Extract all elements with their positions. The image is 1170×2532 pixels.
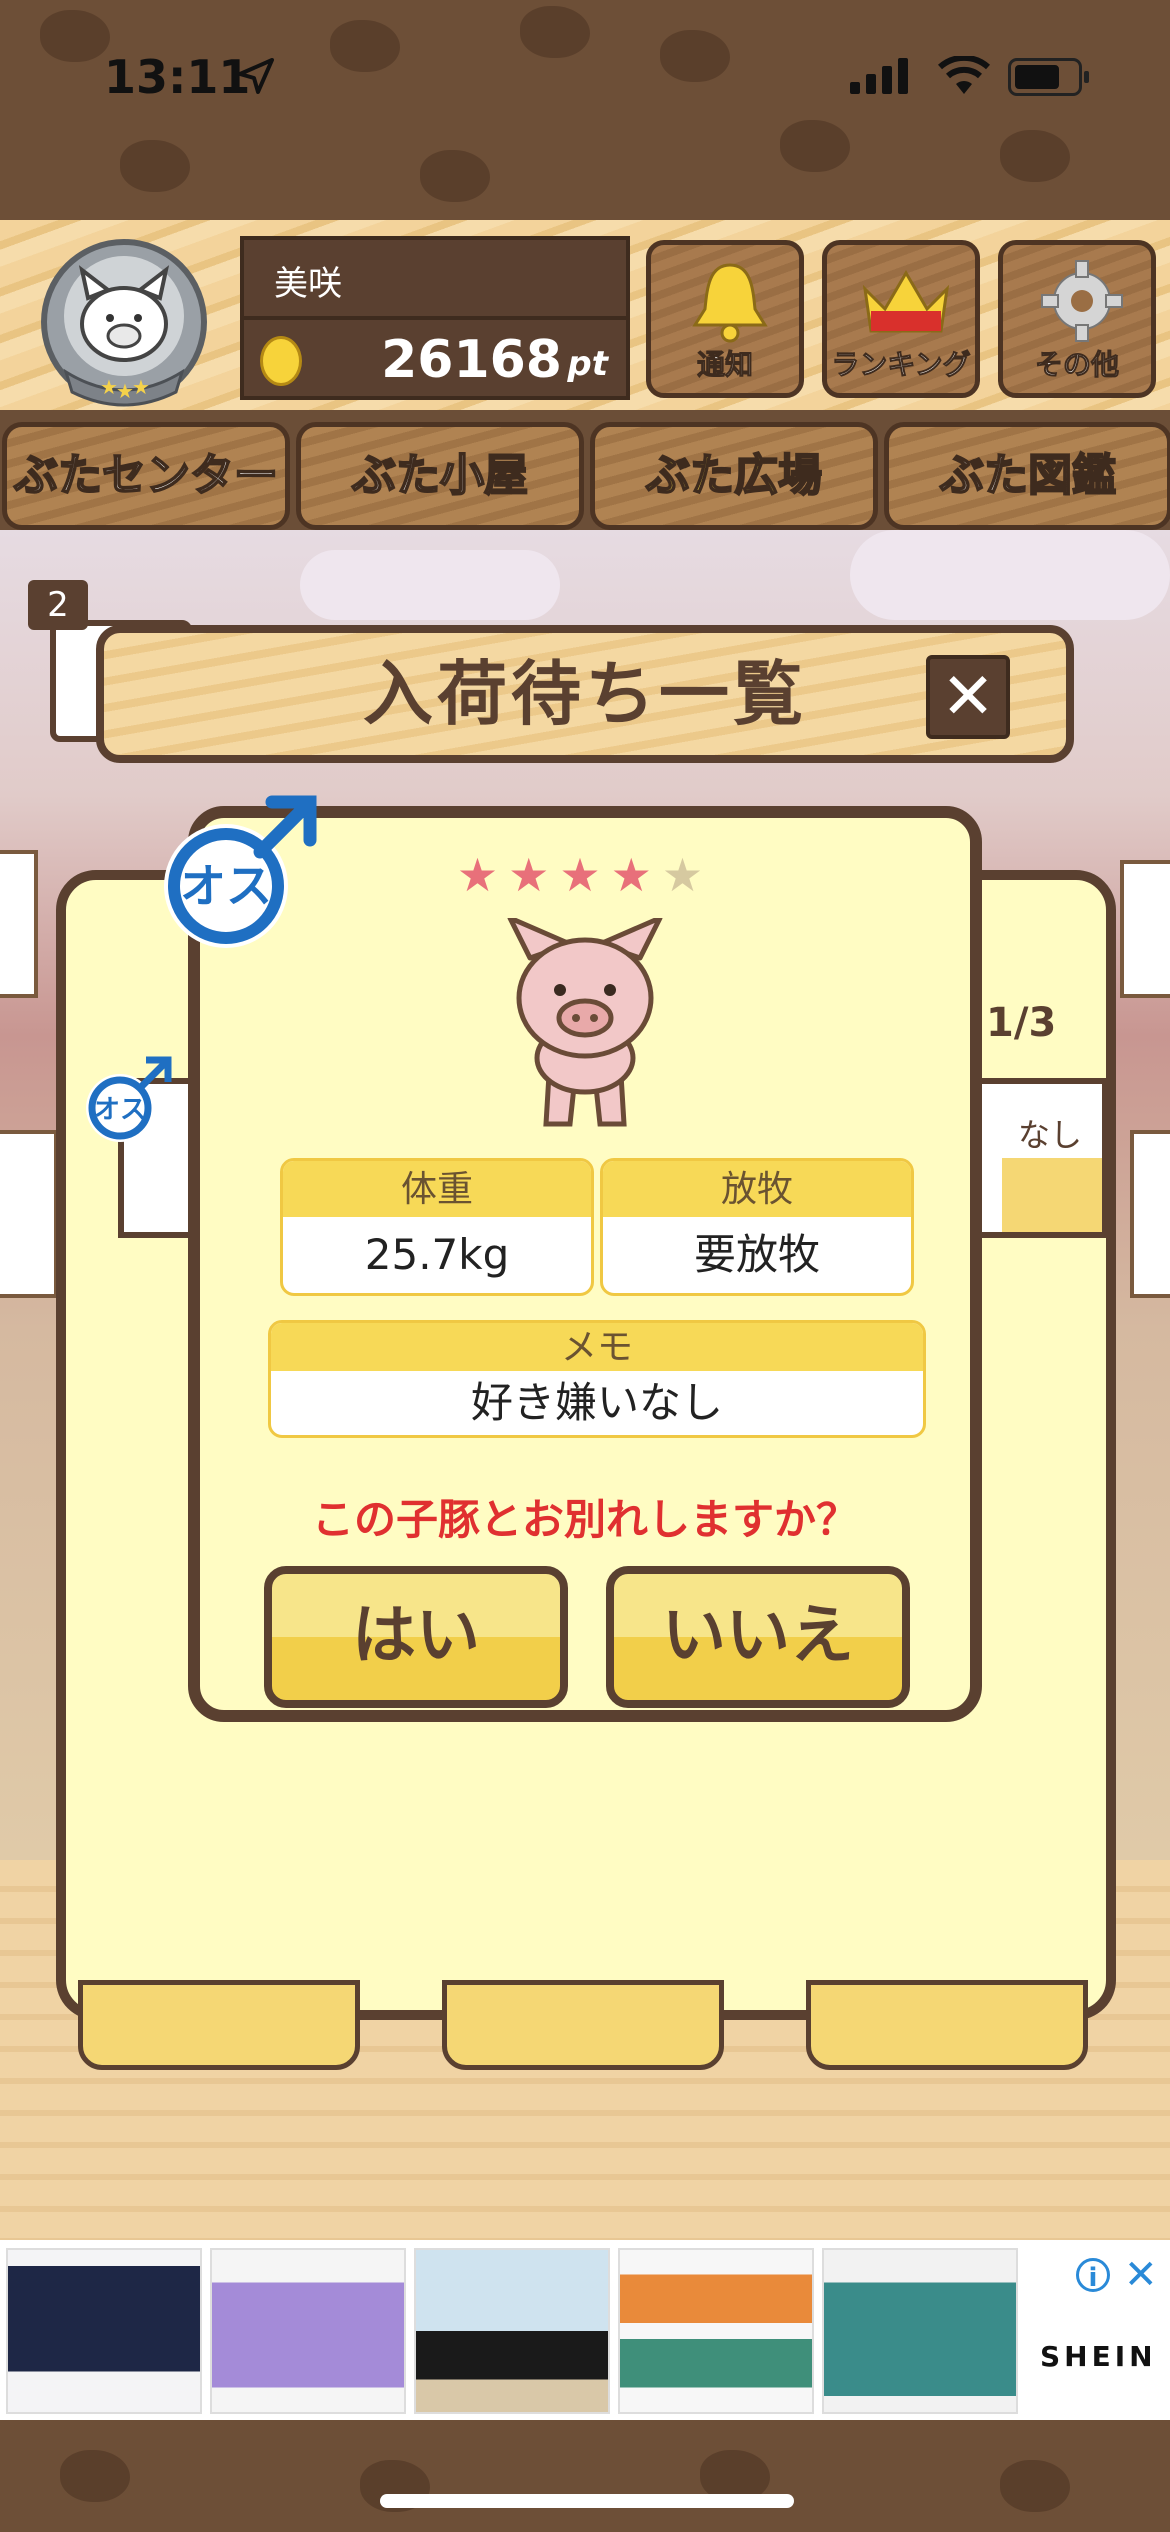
page-indicator: 1/3	[986, 1000, 1057, 1046]
gear-icon	[1041, 260, 1123, 342]
ad-banner[interactable]: i ✕ SHEIN	[0, 2240, 1170, 2420]
points-unit: pt	[567, 344, 608, 384]
star-filled-icon: ★	[508, 848, 560, 902]
ad-product-black-skirt[interactable]	[414, 2248, 610, 2414]
modal-title-banner: 入荷待ち一覧 ✕	[96, 625, 1074, 763]
ad-product-swim-dress[interactable]	[6, 2248, 202, 2414]
star-filled-icon: ★	[559, 848, 611, 902]
tab-buta-hiroba[interactable]: ぶた広場	[590, 422, 878, 530]
farewell-question: この子豚とお別れしますか？	[311, 1495, 858, 1544]
star-empty-icon: ★	[661, 848, 714, 902]
modal-title: 入荷待ち一覧	[363, 653, 807, 735]
male-badge-small-label: オス	[94, 1095, 146, 1125]
grazing-field: 放牧 要放牧	[600, 1158, 914, 1296]
ad-product-sport-set[interactable]	[210, 2248, 406, 2414]
close-button[interactable]: ✕	[926, 655, 1010, 739]
list-item-memo: なし	[1017, 1116, 1082, 1154]
bell-icon	[692, 263, 768, 343]
home-indicator[interactable]	[380, 2494, 794, 2508]
male-badge-label: オス	[180, 859, 272, 913]
memo-label: メモ	[271, 1323, 923, 1371]
tab-buta-center[interactable]: ぶたセンター	[2, 422, 290, 530]
ad-info-icon[interactable]: i	[1076, 2258, 1110, 2293]
svg-text:★: ★	[132, 375, 150, 399]
grazing-value: 要放牧	[693, 1230, 820, 1279]
crown-icon	[862, 270, 950, 333]
bottom-tab-left[interactable]	[78, 1980, 360, 2070]
user-name: 美咲	[274, 264, 342, 304]
bottom-tab-history[interactable]	[442, 1980, 724, 2070]
male-badge-icon: オス	[164, 795, 317, 948]
signal-icon	[850, 58, 908, 94]
piglet-illustration	[507, 918, 663, 1127]
yes-button[interactable]: はい	[264, 1566, 568, 1708]
notification-button[interactable]: 通知	[646, 240, 804, 398]
coin-icon	[260, 336, 302, 386]
other-label: その他	[1034, 348, 1119, 382]
ad-product-jumpsuit[interactable]	[822, 2248, 1018, 2414]
ranking-button[interactable]: ランキング	[822, 240, 980, 398]
ad-close-icon[interactable]: ✕	[1124, 2252, 1158, 2298]
no-button[interactable]: いいえ	[606, 1566, 910, 1708]
tab-buta-koya[interactable]: ぶた小屋	[296, 422, 584, 530]
status-time: 13:11	[104, 50, 251, 104]
points-box: 26168 pt	[240, 316, 630, 400]
wifi-icon	[938, 56, 990, 94]
points-value: 26168	[381, 330, 562, 390]
notification-label: 通知	[696, 348, 753, 382]
star-filled-icon: ★	[610, 848, 662, 902]
grazing-label: 放牧	[603, 1161, 911, 1217]
memo-value: 好き嫌いなし	[470, 1378, 723, 1427]
notice-count-badge: 2	[28, 580, 88, 630]
weight-value: 25.7kg	[364, 1230, 510, 1279]
ad-product-bikini[interactable]	[618, 2248, 814, 2414]
bottom-background	[0, 2420, 1170, 2532]
user-name-box: 美咲	[240, 236, 630, 320]
weight-label: 体重	[283, 1161, 591, 1217]
ranking-label: ランキング	[831, 348, 971, 382]
weight-field: 体重 25.7kg	[280, 1158, 594, 1296]
male-badge-small-icon: オス	[86, 1056, 172, 1142]
memo-field: メモ 好き嫌いなし	[268, 1320, 926, 1438]
tab-buta-zukan[interactable]: ぶた図鑑	[884, 422, 1170, 530]
pig-rank-avatar[interactable]: ★★★	[30, 232, 218, 412]
location-arrow-icon	[238, 58, 274, 94]
star-filled-icon: ★	[456, 848, 509, 902]
battery-icon	[1008, 58, 1089, 96]
ad-brand: SHEIN	[1040, 2340, 1157, 2373]
bottom-tab-manage[interactable]	[806, 1980, 1088, 2070]
other-button[interactable]: その他	[998, 240, 1156, 398]
status-bar: 13:11	[0, 0, 1170, 140]
